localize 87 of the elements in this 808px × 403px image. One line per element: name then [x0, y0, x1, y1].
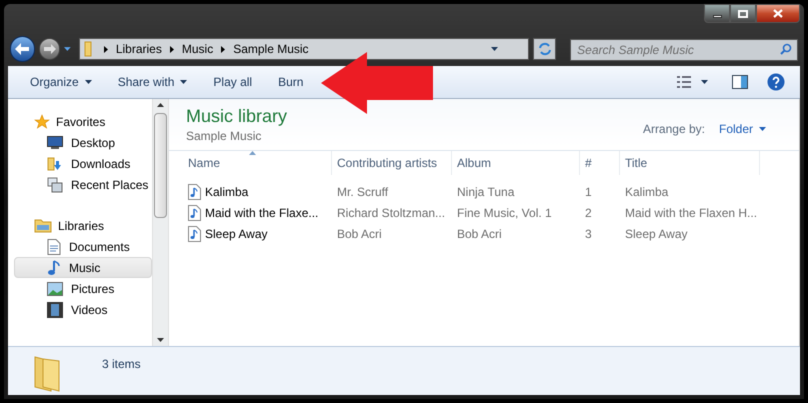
search-field[interactable]: Search Sample Music	[570, 39, 798, 61]
table-cell: Kalimba	[183, 182, 332, 200]
music-file-icon	[188, 204, 201, 220]
item-count: 3 items	[102, 356, 141, 373]
scrollbar[interactable]	[152, 99, 169, 346]
maximize-button[interactable]	[730, 4, 756, 23]
dropdown-caret-icon	[491, 47, 498, 51]
table-cell-text: Bob Acri	[456, 226, 503, 242]
details-view-icon	[677, 76, 691, 88]
chevron-icon	[170, 46, 174, 52]
maximize-icon	[738, 10, 748, 18]
nav-item[interactable]: Music	[14, 257, 152, 278]
places-icon	[47, 176, 63, 192]
table-cell-text: 2	[584, 204, 593, 222]
folder-icon	[34, 218, 52, 233]
file-row[interactable]: Kalimba Mr. Scruff Ninja Tuna 1 Kalimba	[183, 181, 799, 202]
caret-icon	[701, 80, 708, 84]
minimize-icon	[712, 15, 722, 18]
breadcrumb[interactable]: Music	[182, 40, 214, 58]
download-folder-icon	[47, 156, 63, 172]
caret-icon	[84, 80, 92, 84]
star-icon	[34, 114, 50, 130]
forward-button[interactable]	[38, 38, 60, 60]
close-button[interactable]	[756, 4, 800, 23]
music-note-icon	[47, 260, 61, 276]
minimize-button[interactable]	[704, 4, 730, 23]
chevron-icon	[221, 46, 226, 52]
refresh-icon	[538, 42, 552, 56]
refresh-button[interactable]	[533, 38, 556, 60]
nav-group[interactable]: Favorites	[14, 111, 152, 132]
column-header[interactable]: Name	[183, 151, 332, 175]
column-header[interactable]: Album	[452, 151, 580, 175]
file-row[interactable]: Sleep Away Bob Acri Bob Acri 3 Sleep Away	[183, 223, 799, 244]
nav-item[interactable]: Desktop	[14, 132, 152, 153]
caret-icon	[180, 80, 188, 84]
toolbar-button[interactable]: Organize	[18, 69, 104, 95]
music-file-icon	[188, 184, 201, 200]
caret-icon	[759, 127, 766, 131]
document-icon	[47, 238, 61, 254]
table-cell-text: Ninja Tuna	[456, 184, 516, 200]
table-cell-text: 3	[584, 226, 593, 242]
library-subtitle: Sample Music	[186, 128, 262, 145]
nav-item[interactable]: Recent Places	[14, 174, 152, 195]
arrange-by-dropdown[interactable]: Folder	[718, 120, 766, 138]
back-arrow-icon	[15, 43, 30, 55]
table-cell-text: Richard Stoltzman...	[336, 204, 446, 222]
forward-arrow-icon	[44, 44, 56, 54]
scroll-down-icon	[157, 338, 164, 342]
history-caret-icon	[64, 47, 71, 51]
music-file-icon	[188, 226, 201, 242]
back-button[interactable]	[10, 36, 35, 62]
table-cell-text: Bob Acri	[336, 226, 383, 242]
library-title: Music library	[186, 105, 288, 127]
table-cell-text: Mr. Scruff	[336, 184, 390, 200]
table-cell-text: Kalimba	[624, 184, 670, 200]
monitor-icon	[47, 136, 63, 150]
image-icon	[47, 282, 63, 296]
file-row[interactable]: Maid with the Flaxe... Richard Stoltzman... Fine Music, Vol. 1 2 Maid with the Flaxen H...	[183, 202, 799, 223]
table-cell-text: Sleep Away	[624, 226, 688, 242]
column-header[interactable]: #	[580, 151, 620, 175]
table-cell: Maid with the Flaxe...	[183, 204, 332, 222]
chevron-icon	[104, 46, 108, 52]
table-cell-text: 1	[584, 184, 593, 200]
toolbar-button[interactable]: Share with	[106, 69, 200, 95]
column-header[interactable]: Contributing artists	[332, 151, 452, 175]
nav-group[interactable]: Libraries	[14, 215, 152, 236]
toolbar-button[interactable]: Burn	[266, 69, 316, 95]
film-icon	[47, 302, 63, 318]
address-bar[interactable]: Libraries Music Sample Music	[78, 38, 530, 60]
nav-item[interactable]: Pictures	[14, 278, 152, 299]
scroll-up-icon	[157, 103, 164, 107]
toolbar-button[interactable]: Play all	[201, 69, 264, 95]
table-cell-text: Maid with the Flaxen H...	[624, 204, 758, 222]
close-icon	[773, 9, 783, 18]
breadcrumb[interactable]: Sample Music	[233, 40, 309, 58]
scroll-thumb[interactable]	[154, 113, 167, 218]
column-header[interactable]: Title	[620, 151, 760, 175]
breadcrumb[interactable]: Libraries	[116, 40, 162, 58]
table-cell-text: Fine Music, Vol. 1	[456, 204, 553, 222]
nav-item[interactable]: Documents	[14, 236, 152, 257]
arrange-by-label: Arrange by:	[642, 121, 705, 138]
search-icon	[780, 43, 792, 55]
nav-item[interactable]: Videos	[14, 299, 152, 320]
preview-pane-icon	[732, 75, 748, 89]
nav-item[interactable]: Downloads	[14, 153, 152, 174]
help-icon	[767, 73, 785, 91]
table-cell: Sleep Away	[183, 224, 332, 242]
